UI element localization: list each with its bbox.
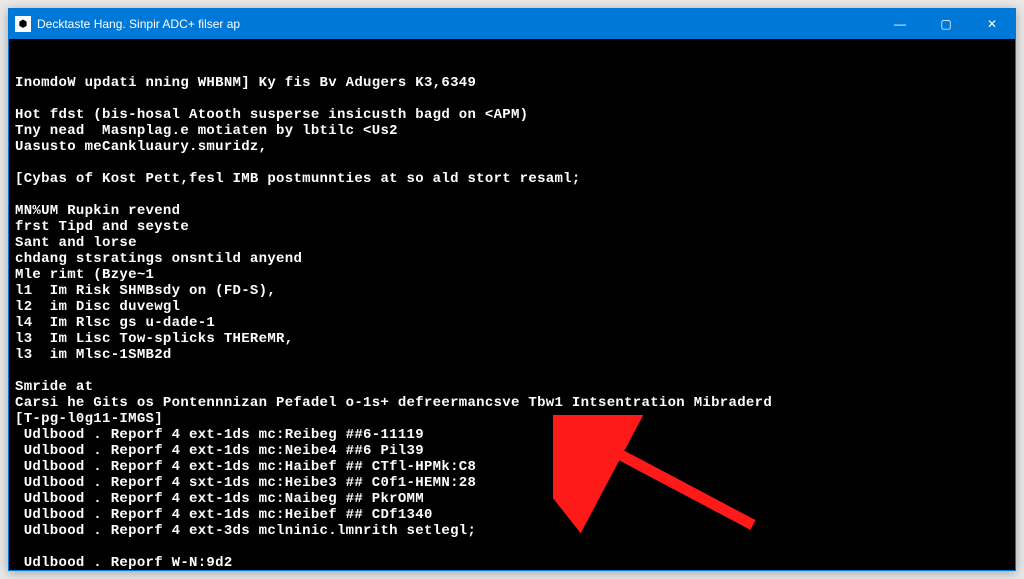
console-line: Udlbood . Reporf 4 ext-1ds mc:Neibe4 ##6… (15, 443, 1009, 459)
console-line: l3 im Mlsc-1SMB2d (15, 347, 1009, 363)
console-line (15, 91, 1009, 107)
maximize-button[interactable]: ▢ (923, 9, 969, 39)
console-line: frst Tipd and seyste (15, 219, 1009, 235)
console-output[interactable]: InomdoW updati nning WHBNM] Ky fis Bv Ad… (9, 39, 1015, 570)
console-line: Udlbood . Reporf 4 ext-1ds mc:Naibeg ## … (15, 491, 1009, 507)
minimize-button[interactable]: — (877, 9, 923, 39)
console-line: Udlbood . Reporf 4 ext-1ds mc:Heibef ## … (15, 507, 1009, 523)
titlebar[interactable]: ⬢ Decktaste Hang. Sinpir ADC+ filser ap … (9, 9, 1015, 39)
console-line (15, 155, 1009, 171)
console-line: Sant and lorse (15, 235, 1009, 251)
console-line: Mle rimt (Bzye~1 (15, 267, 1009, 283)
console-line: Udlbood . Reporf 4 ext-1ds mc:Reibeg ##6… (15, 427, 1009, 443)
console-line: Hot fdst (bis-hosal Atooth susperse insi… (15, 107, 1009, 123)
app-icon: ⬢ (15, 16, 31, 32)
close-button[interactable]: ✕ (969, 9, 1015, 39)
window-title: Decktaste Hang. Sinpir ADC+ filser ap (37, 17, 877, 31)
console-line: Udlbood . Reporf 4 ext-1ds mc:Haibef ## … (15, 459, 1009, 475)
console-line: Udlbood . Reporf 4 ext-3ds mclninic.lmnr… (15, 523, 1009, 539)
console-line: [T-pg-l0g11-IMGS] (15, 411, 1009, 427)
console-line: Udlbood . Reporf 4 sxt-1ds mc:Heibe3 ## … (15, 475, 1009, 491)
console-line (15, 187, 1009, 203)
console-line: Tny nead Masnplag.e motiaten by lbtilc <… (15, 123, 1009, 139)
window-controls: — ▢ ✕ (877, 9, 1015, 39)
console-line (15, 539, 1009, 555)
console-line (15, 363, 1009, 379)
console-line: Udlbood . Reporf W-N:9d2 (15, 555, 1009, 570)
terminal-window: ⬢ Decktaste Hang. Sinpir ADC+ filser ap … (8, 8, 1016, 571)
console-line: chdang stsratings onsntild anyend (15, 251, 1009, 267)
console-line: [Cybas of Kost Pett,fesl IMB postmunntie… (15, 171, 1009, 187)
console-line: Carsi he Gits os Pontennnizan Pefadel o-… (15, 395, 1009, 411)
console-line: Uasusto meCankluaury.smuridz, (15, 139, 1009, 155)
console-line: Smride at (15, 379, 1009, 395)
console-line: InomdoW updati nning WHBNM] Ky fis Bv Ad… (15, 75, 1009, 91)
console-line: MN%UM Rupkin revend (15, 203, 1009, 219)
console-line: l3 Im Lisc Tow-splicks THEReMR, (15, 331, 1009, 347)
console-line: l2 im Disc duvewgl (15, 299, 1009, 315)
console-line: l1 Im Risk SHMBsdy on (FD-S), (15, 283, 1009, 299)
console-line: l4 Im Rlsc gs u-dade-1 (15, 315, 1009, 331)
